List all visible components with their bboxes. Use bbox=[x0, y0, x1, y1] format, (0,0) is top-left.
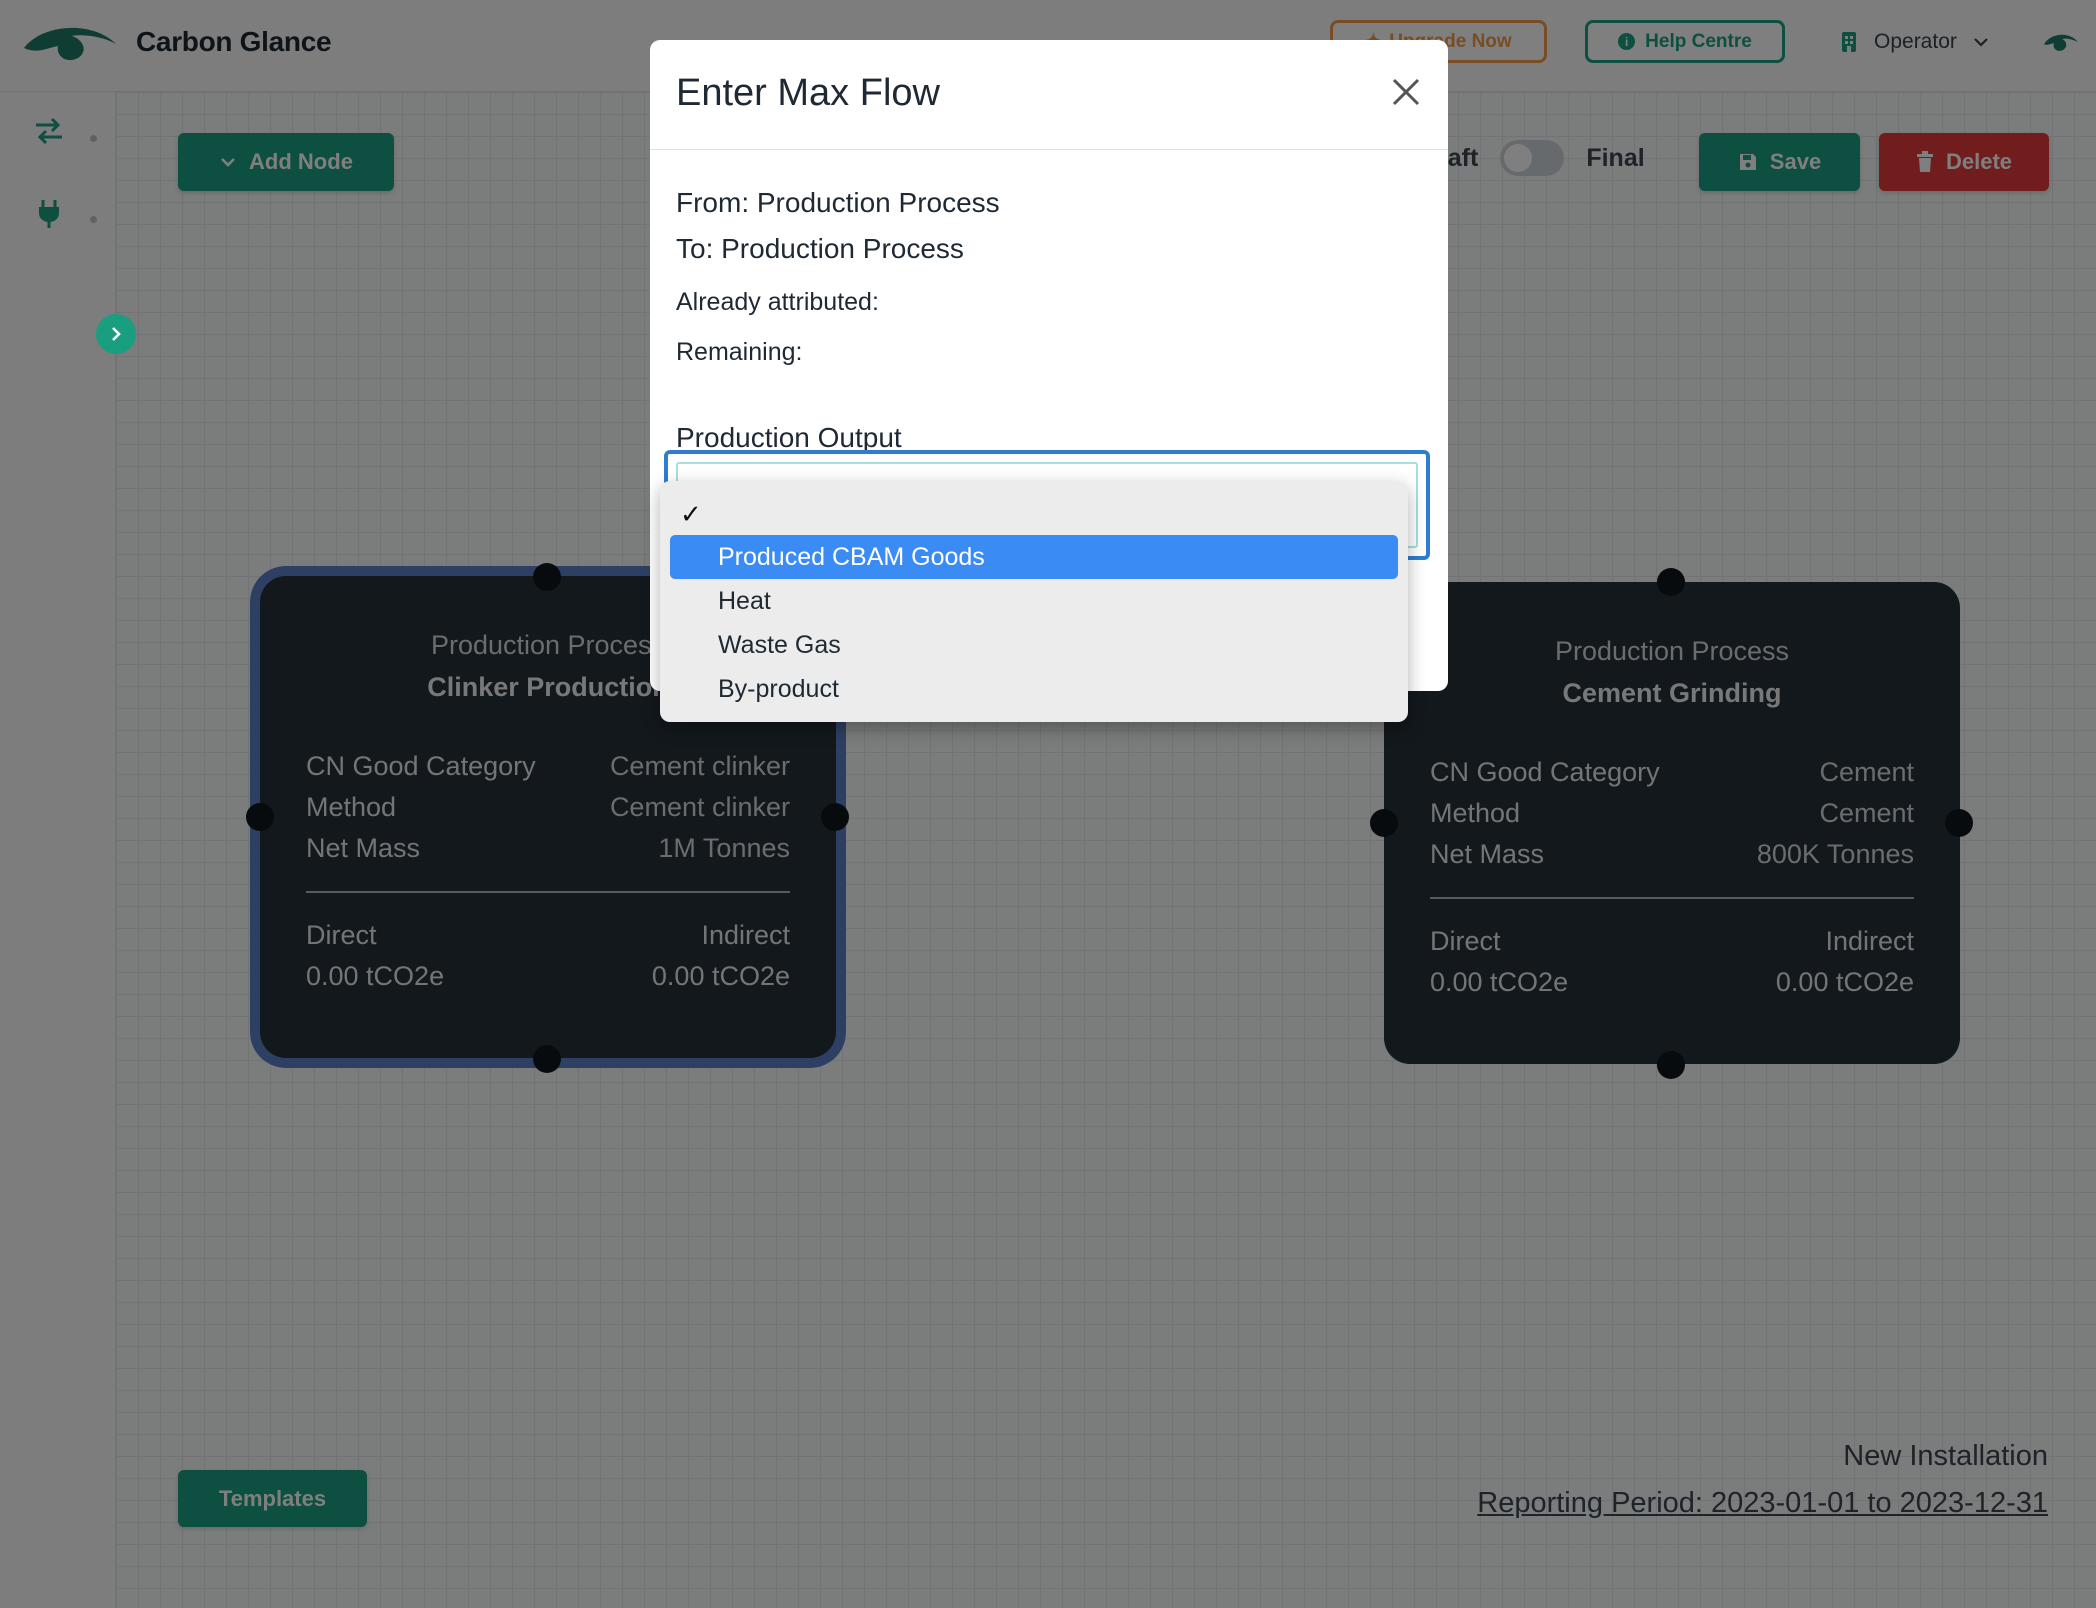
option-label: Heat bbox=[718, 586, 771, 615]
chevron-right-icon bbox=[112, 327, 121, 341]
expand-sidebar-button[interactable] bbox=[96, 314, 136, 354]
option-label: By-product bbox=[718, 674, 839, 703]
production-output-dropdown: ✓ Produced CBAM Goods Heat Waste Gas By-… bbox=[660, 481, 1408, 722]
dropdown-option[interactable]: Heat bbox=[670, 579, 1398, 623]
modal-header: Enter Max Flow bbox=[650, 40, 1448, 150]
dropdown-option[interactable]: Waste Gas bbox=[670, 623, 1398, 667]
remaining-text: Remaining: bbox=[676, 338, 803, 366]
from-text: From: Production Process bbox=[676, 187, 1000, 218]
modal-title: Enter Max Flow bbox=[676, 72, 940, 114]
modal-body: From: Production Process To: Production … bbox=[650, 150, 1448, 454]
close-icon[interactable] bbox=[1386, 72, 1426, 112]
option-label: Produced CBAM Goods bbox=[718, 542, 985, 571]
dropdown-option[interactable]: Produced CBAM Goods bbox=[670, 535, 1398, 579]
dropdown-option-empty[interactable]: ✓ bbox=[660, 493, 1408, 535]
dropdown-option[interactable]: By-product bbox=[670, 667, 1398, 711]
already-attributed-text: Already attributed: bbox=[676, 288, 879, 316]
option-label: Waste Gas bbox=[718, 630, 841, 659]
checkmark-icon: ✓ bbox=[680, 498, 702, 529]
to-text: To: Production Process bbox=[676, 233, 964, 264]
